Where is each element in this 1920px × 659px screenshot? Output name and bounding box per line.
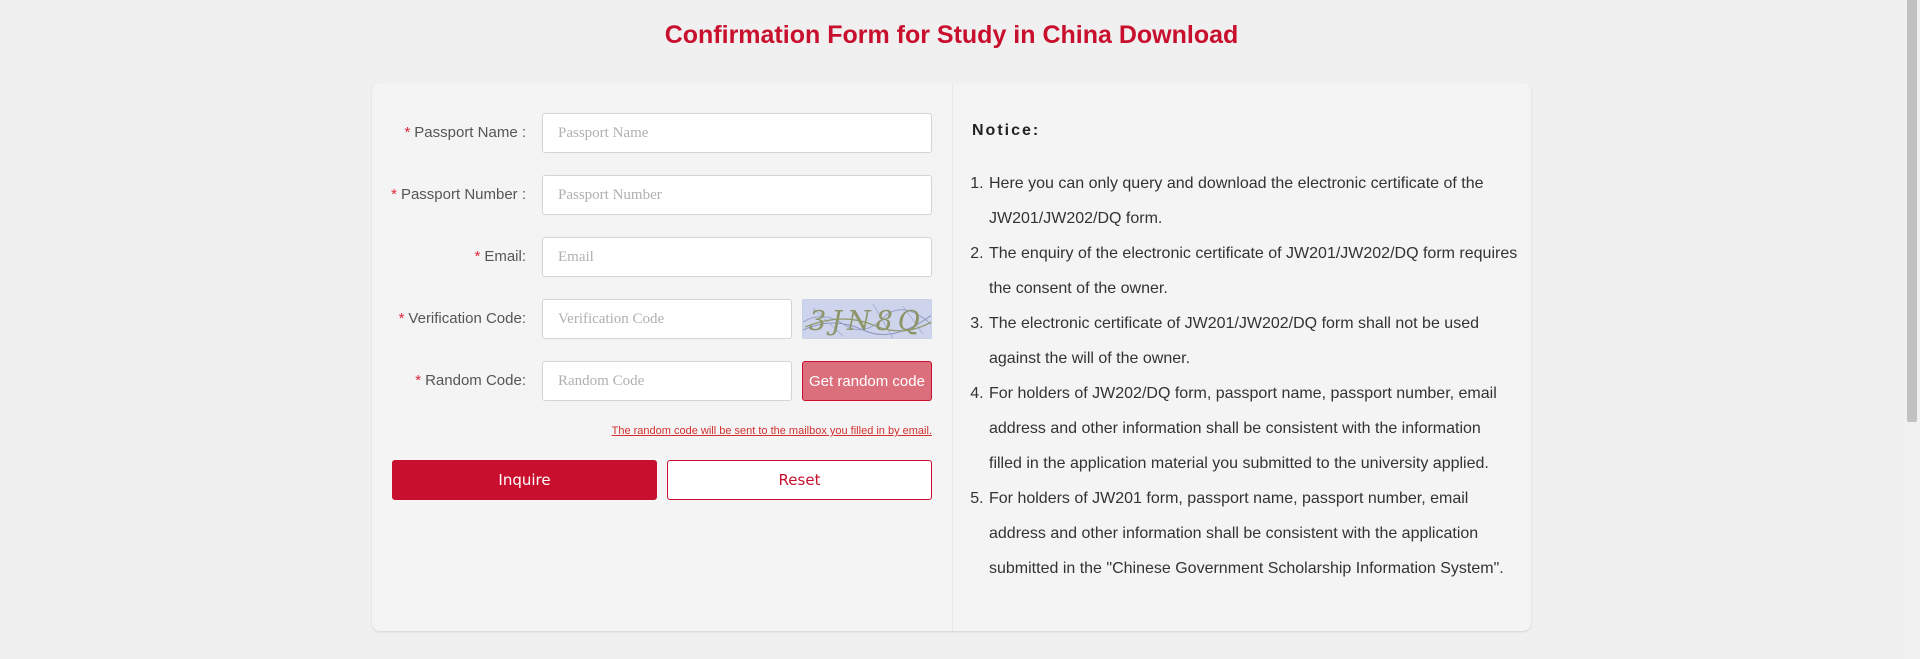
get-random-code-button[interactable]: Get random code <box>802 361 932 401</box>
email-input[interactable] <box>542 237 932 277</box>
required-mark: * <box>474 248 481 265</box>
verification-code-row: *Verification Code: 3JN8Q <box>372 299 932 341</box>
random-code-label: * Random Code: <box>415 372 526 389</box>
passport-number-label: * Passport Number : <box>391 186 526 203</box>
reset-button[interactable]: Reset <box>667 460 932 500</box>
page-title: Confirmation Form for Study in China Dow… <box>664 21 1239 49</box>
verification-code-input[interactable] <box>542 299 792 339</box>
captcha-image[interactable]: 3JN8Q <box>802 299 932 339</box>
notice-title: Notice: <box>972 122 1041 139</box>
verification-code-label: * Verification Code: <box>398 310 526 327</box>
vertical-scrollbar[interactable] <box>1903 0 1920 659</box>
passport-name-row: * Passport Name : <box>372 113 932 155</box>
notice-item: The enquiry of the electronic certificat… <box>988 236 1518 306</box>
notice-item: Here you can only query and download the… <box>988 166 1518 236</box>
random-code-hint: The random code will be sent to the mail… <box>611 425 932 437</box>
passport-number-row: * Passport Number : <box>372 175 932 217</box>
notice-list: Here you can only query and download the… <box>972 166 1518 586</box>
divider <box>952 83 953 631</box>
email-label: * Email: <box>474 248 526 265</box>
passport-name-label: * Passport Name : <box>404 124 526 141</box>
notice-item: For holders of JW202/DQ form, passport n… <box>988 376 1518 481</box>
email-row: * Email: <box>372 237 932 279</box>
notice-item: The electronic certificate of JW201/JW20… <box>988 306 1518 376</box>
passport-name-input[interactable] <box>542 113 932 153</box>
random-code-row: *Random Code: Get random code <box>372 361 932 403</box>
passport-number-input[interactable] <box>542 175 932 215</box>
captcha-text: 3JN8Q <box>809 306 925 337</box>
required-mark: * <box>415 372 422 389</box>
required-mark: * <box>398 310 405 327</box>
scrollbar-thumb[interactable] <box>1907 0 1917 422</box>
notice-item: For holders of JW201 form, passport name… <box>988 481 1518 586</box>
required-mark: * <box>391 186 397 203</box>
required-mark: * <box>404 124 411 141</box>
random-code-input[interactable] <box>542 361 792 401</box>
download-card: *Passport Name : *Passport Number : *Ema… <box>372 83 1531 631</box>
inquire-button[interactable]: Inquire <box>392 460 657 500</box>
captcha-graphic: 3JN8Q <box>803 303 931 338</box>
